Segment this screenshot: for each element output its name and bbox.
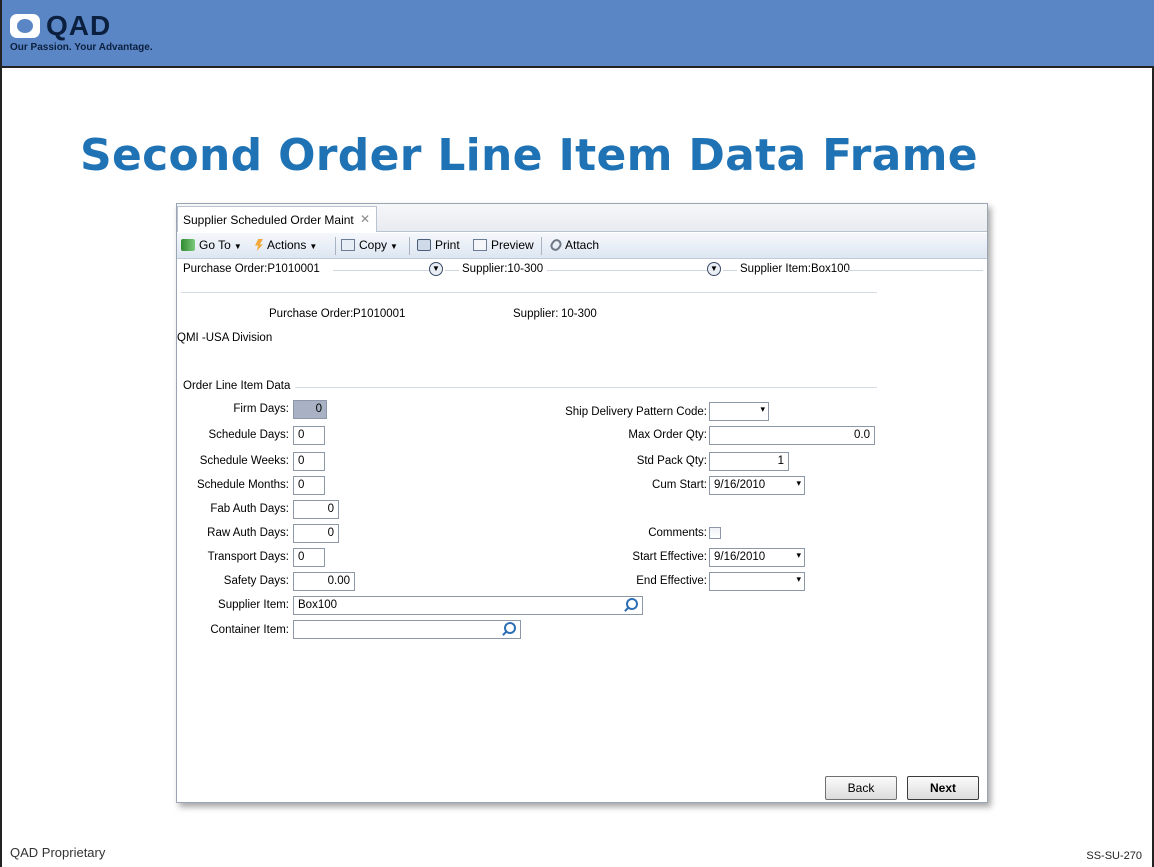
schedule-days-input[interactable]: 0 bbox=[293, 426, 325, 445]
breadcrumb-line bbox=[547, 270, 707, 271]
tab-bar: Supplier Scheduled Order Maint ✕ bbox=[177, 204, 987, 232]
tab-label: Supplier Scheduled Order Maint bbox=[183, 213, 354, 227]
breadcrumb-line bbox=[845, 270, 983, 271]
raw-auth-days-input[interactable]: 0 bbox=[293, 524, 339, 543]
end-effective-label: End Effective: bbox=[636, 575, 707, 587]
toolbar-divider bbox=[335, 237, 336, 255]
max-order-qty-label: Max Order Qty: bbox=[628, 429, 707, 441]
chevron-down-icon: ▾ bbox=[796, 550, 801, 560]
container-item-label: Container Item: bbox=[210, 624, 289, 636]
safety-days-label: Safety Days: bbox=[223, 575, 289, 587]
footer-proprietary: QAD Proprietary bbox=[10, 845, 106, 860]
qad-logo: QAD Our Passion. Your Advantage. bbox=[10, 10, 180, 64]
cum-start-label: Cum Start: bbox=[652, 479, 707, 491]
section-title: Order Line Item Data bbox=[183, 380, 291, 392]
app-window: Supplier Scheduled Order Maint ✕ Go To ▼ … bbox=[176, 203, 988, 803]
transport-days-input[interactable]: 0 bbox=[293, 548, 325, 567]
expand-purchase-order-icon[interactable]: ▼ bbox=[429, 262, 443, 276]
supplier-value: 10-300 bbox=[561, 308, 597, 320]
search-icon[interactable] bbox=[626, 598, 638, 610]
goto-arrow-icon bbox=[181, 239, 195, 251]
start-effective-label: Start Effective: bbox=[632, 551, 707, 563]
breadcrumb-purchase-order: Purchase Order:P1010001 bbox=[183, 263, 320, 275]
max-order-qty-input[interactable]: 0.0 bbox=[709, 426, 875, 445]
comments-label: Comments: bbox=[648, 527, 707, 539]
ship-pattern-label: Ship Delivery Pattern Code: bbox=[565, 406, 707, 418]
raw-auth-days-label: Raw Auth Days: bbox=[207, 527, 289, 539]
supplier-item-label: Supplier Item: bbox=[218, 599, 289, 611]
std-pack-qty-label: Std Pack Qty: bbox=[636, 455, 707, 467]
chevron-down-icon: ▾ bbox=[796, 478, 801, 488]
qad-logo-icon bbox=[10, 14, 40, 38]
slide-title: Second Order Line Item Data Frame bbox=[80, 130, 978, 181]
chevron-down-icon: ▾ bbox=[796, 574, 801, 584]
division-name: QMI -USA Division bbox=[177, 332, 273, 344]
supplier-label: Supplier: bbox=[513, 308, 559, 320]
logo-text: QAD bbox=[46, 10, 112, 41]
cum-start-date-picker[interactable]: 9/16/2010 ▾ bbox=[709, 476, 805, 495]
preview-icon bbox=[473, 239, 487, 251]
breadcrumb: Purchase Order:P1010001 ▼ Supplier:10-30… bbox=[177, 260, 987, 280]
logo-tagline: Our Passion. Your Advantage. bbox=[10, 42, 153, 53]
schedule-days-label: Schedule Days: bbox=[208, 429, 289, 441]
header-banner: QAD Our Passion. Your Advantage. bbox=[2, 0, 1154, 68]
copy-button[interactable]: Copy ▼ bbox=[341, 238, 398, 252]
po-value: P1010001 bbox=[353, 308, 406, 320]
close-icon[interactable]: ✕ bbox=[360, 212, 370, 226]
print-button[interactable]: Print bbox=[417, 238, 460, 252]
tab-supplier-scheduled-order[interactable]: Supplier Scheduled Order Maint ✕ bbox=[177, 206, 377, 232]
chevron-down-icon: ▼ bbox=[309, 242, 318, 251]
lightning-icon bbox=[255, 239, 263, 251]
po-label: Purchase Order: bbox=[269, 308, 354, 320]
schedule-weeks-label: Schedule Weeks: bbox=[199, 455, 289, 467]
toolbar-divider bbox=[541, 237, 542, 255]
firm-days-label: Firm Days: bbox=[233, 403, 289, 415]
attach-button[interactable]: Attach bbox=[548, 237, 599, 253]
fab-auth-days-input[interactable]: 0 bbox=[293, 500, 339, 519]
next-button[interactable]: Next bbox=[907, 776, 979, 800]
preview-button[interactable]: Preview bbox=[473, 238, 534, 252]
breadcrumb-line bbox=[445, 270, 459, 271]
breadcrumb-line bbox=[333, 270, 429, 271]
chevron-down-icon: ▼ bbox=[233, 242, 242, 251]
footer-slide-id: SS-SU-270 bbox=[1086, 850, 1142, 862]
firm-days-input[interactable]: 0 bbox=[293, 400, 327, 419]
transport-days-label: Transport Days: bbox=[207, 551, 289, 563]
chevron-down-icon: ▼ bbox=[390, 242, 398, 251]
breadcrumb-line bbox=[723, 270, 737, 271]
goto-button[interactable]: Go To ▼ bbox=[181, 238, 242, 252]
slide: QAD Our Passion. Your Advantage. Second … bbox=[0, 0, 1154, 867]
back-button[interactable]: Back bbox=[825, 776, 897, 800]
schedule-weeks-input[interactable]: 0 bbox=[293, 452, 325, 471]
fab-auth-days-label: Fab Auth Days: bbox=[210, 503, 289, 515]
comments-checkbox[interactable] bbox=[709, 527, 721, 539]
search-icon[interactable] bbox=[504, 622, 516, 634]
breadcrumb-supplier-item: Supplier Item:Box100 bbox=[740, 263, 850, 275]
actions-button[interactable]: Actions ▼ bbox=[255, 238, 317, 252]
copy-icon bbox=[341, 239, 355, 251]
schedule-months-label: Schedule Months: bbox=[196, 479, 289, 491]
ship-pattern-select[interactable]: ▾ bbox=[709, 402, 769, 421]
supplier-item-input[interactable]: Box100 bbox=[293, 596, 643, 615]
end-effective-date-picker[interactable]: ▾ bbox=[709, 572, 805, 591]
start-effective-date-picker[interactable]: 9/16/2010 ▾ bbox=[709, 548, 805, 567]
chevron-down-icon: ▾ bbox=[760, 404, 765, 414]
container-item-input[interactable] bbox=[293, 620, 521, 639]
divider bbox=[181, 292, 877, 293]
section-divider bbox=[295, 387, 877, 388]
std-pack-qty-input[interactable]: 1 bbox=[709, 452, 789, 471]
expand-supplier-icon[interactable]: ▼ bbox=[707, 262, 721, 276]
schedule-months-input[interactable]: 0 bbox=[293, 476, 325, 495]
safety-days-input[interactable]: 0.00 bbox=[293, 572, 355, 591]
toolbar: Go To ▼ Actions ▼ Copy ▼ Print Preview Atta… bbox=[177, 233, 987, 259]
printer-icon bbox=[417, 239, 431, 251]
paperclip-icon bbox=[548, 237, 564, 253]
breadcrumb-supplier: Supplier:10-300 bbox=[462, 263, 544, 275]
toolbar-divider bbox=[409, 237, 410, 255]
